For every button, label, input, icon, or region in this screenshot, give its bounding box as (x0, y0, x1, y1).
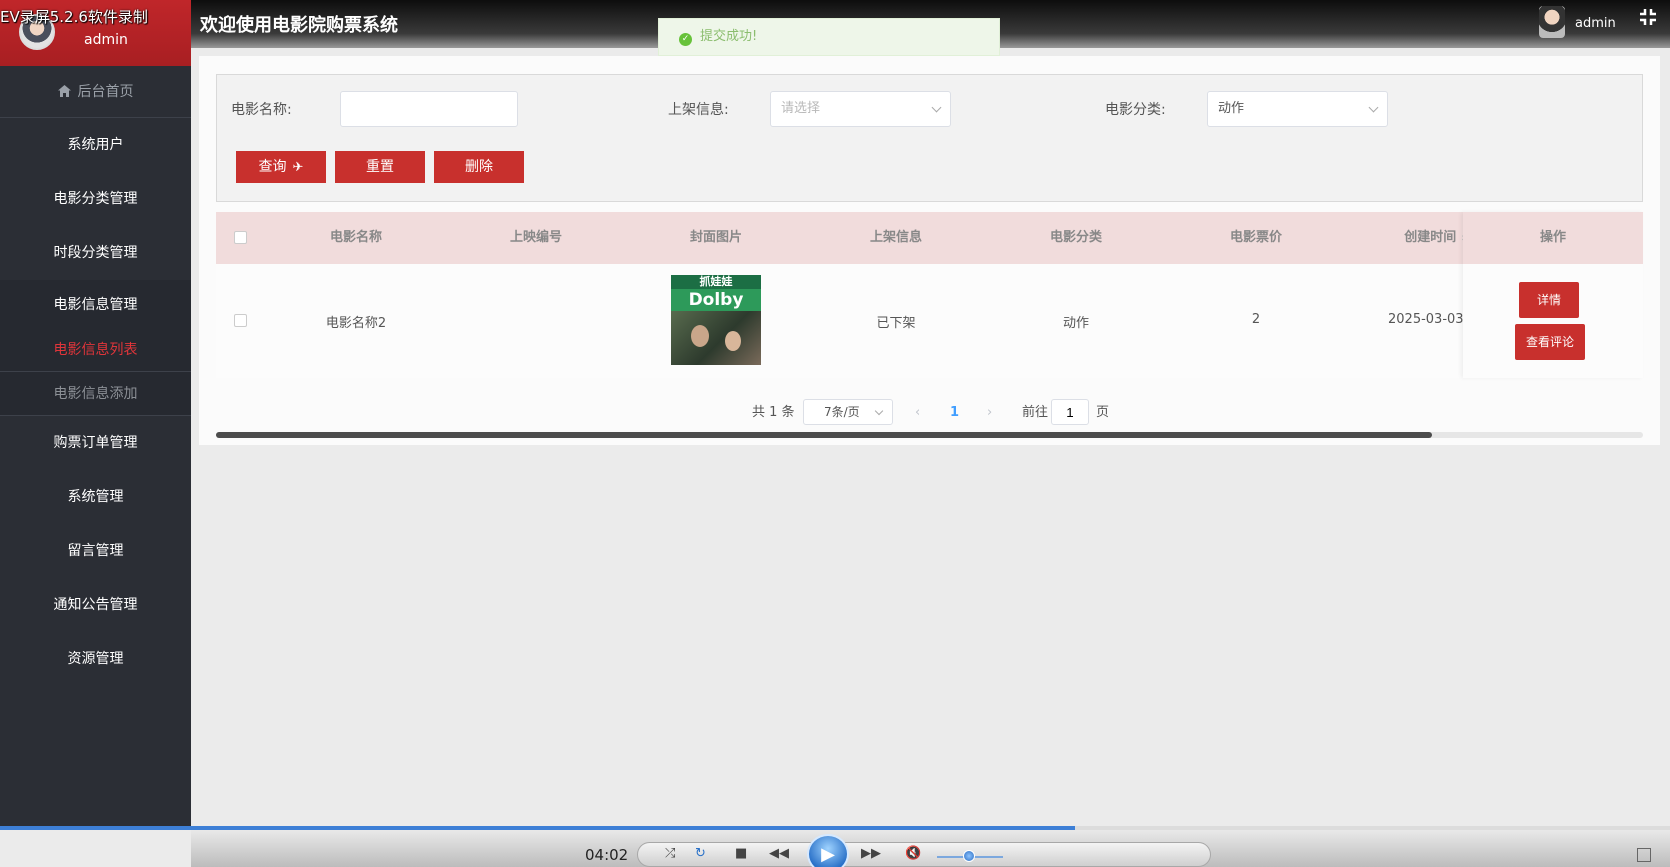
view-comments-button[interactable]: 查看评论 (1515, 324, 1585, 360)
shuffle-icon[interactable]: ⤮ (665, 846, 675, 861)
sidebar-item-system-users[interactable]: 系统用户 (0, 118, 191, 172)
page-number[interactable]: 1 (950, 399, 959, 427)
reset-button[interactable]: 重置 (335, 151, 425, 183)
chevron-down-icon (874, 406, 884, 416)
goto-page-input[interactable] (1051, 399, 1089, 425)
poster-brand: Dolby (671, 289, 761, 311)
movie-table: 电影名称 上映编号 封面图片 上架信息 电影分类 电影票价 创建时间⇕ 电影名称… (216, 212, 1643, 438)
query-button[interactable]: 查询 ✈ (236, 151, 326, 183)
movie-name-label: 电影名称: (231, 102, 292, 118)
main-panel: 电影名称: 上架信息: 请选择 电影分类: 动作 查询 ✈ 重置 删除 电影名称 … (199, 56, 1660, 445)
page-size-value: 7条/页 (824, 405, 860, 419)
sidebar-item-notices[interactable]: 通知公告管理 (0, 578, 191, 632)
send-icon: ✈ (292, 160, 304, 175)
shelf-select[interactable]: 请选择 (770, 91, 951, 127)
sidebar-item-resources[interactable]: 资源管理 (0, 632, 191, 686)
sidebar-item-messages[interactable]: 留言管理 (0, 524, 191, 578)
table-header: 电影名称 上映编号 封面图片 上架信息 电影分类 电影票价 创建时间⇕ (216, 212, 1643, 264)
col-movie-name: 电影名称 (329, 230, 382, 245)
shelf-label: 上架信息: (668, 102, 729, 118)
col-price: 电影票价 (1229, 230, 1282, 245)
shelf-placeholder: 请选择 (781, 101, 821, 116)
cell-shelf: 已下架 (876, 316, 916, 331)
play-icon[interactable]: ▶ (807, 834, 849, 867)
check-circle-icon: ✓ (679, 33, 692, 46)
col-cover: 封面图片 (689, 230, 742, 245)
search-form: 电影名称: 上架信息: 请选择 电影分类: 动作 查询 ✈ 重置 删除 (216, 74, 1643, 202)
sidebar-subitem-movie-add[interactable]: 电影信息添加 (0, 372, 191, 416)
sidebar-item-orders[interactable]: 购票订单管理 (0, 416, 191, 470)
detail-button[interactable]: 详情 (1519, 282, 1579, 318)
control-pill (637, 842, 1211, 867)
next-page-icon[interactable]: › (987, 399, 992, 427)
page-title: 欢迎使用电影院购票系统 (200, 15, 398, 36)
sidebar: admin 后台首页 系统用户 电影分类管理 时段分类管理 电影信息管理 电影信… (0, 0, 191, 828)
operations-column: 操作 详情 查看评论 (1463, 212, 1643, 378)
stop-icon[interactable]: ■ (735, 846, 747, 861)
expand-icon[interactable] (1637, 848, 1651, 862)
sidebar-item-home[interactable]: 后台首页 (0, 66, 191, 118)
success-toast: ✓ 提交成功! (658, 18, 1000, 56)
playback-time: 04:02 (585, 846, 629, 864)
top-username[interactable]: admin (1575, 16, 1616, 31)
sidebar-item-movie-info[interactable]: 电影信息管理 (0, 280, 191, 328)
poster-title: 抓娃娃 (671, 275, 761, 289)
col-created-label: 创建时间 (1404, 230, 1457, 245)
sidebar-username: admin (84, 32, 128, 48)
video-player-controls: 04:02 ⤮ ↻ ■ ◀◀ ▶ ▶▶ 🔇 (191, 830, 1670, 867)
mute-icon[interactable]: 🔇 (905, 846, 921, 861)
pagination-total: 共 1 条 (752, 405, 795, 420)
col-release-no: 上映编号 (509, 230, 562, 245)
volume-knob[interactable] (963, 850, 975, 862)
movie-name-input[interactable] (340, 91, 518, 127)
rewind-icon[interactable]: ◀◀ (769, 846, 789, 861)
repeat-icon[interactable]: ↻ (695, 846, 706, 861)
select-all-checkbox[interactable] (234, 231, 247, 244)
horizontal-scrollbar[interactable] (216, 432, 1432, 438)
sidebar-item-timeslot-category[interactable]: 时段分类管理 (0, 226, 191, 280)
table-row: 电影名称2 抓娃娃 Dolby 已下架 动作 2 2025-03-03 11: … (216, 212, 1643, 438)
query-label: 查询 (258, 159, 287, 175)
fast-forward-icon[interactable]: ▶▶ (861, 846, 881, 861)
category-value: 动作 (1218, 101, 1245, 116)
col-shelf: 上架信息 (869, 230, 922, 245)
chevron-down-icon (1368, 102, 1379, 113)
poster-figure (725, 331, 741, 351)
sidebar-subitem-movie-list[interactable]: 电影信息列表 (0, 328, 191, 372)
user-avatar[interactable] (1539, 6, 1565, 38)
cell-category: 动作 (1062, 316, 1089, 331)
col-operations: 操作 (1463, 212, 1643, 264)
poster-art (671, 311, 761, 365)
toast-message: 提交成功! (700, 29, 758, 44)
cover-image[interactable]: 抓娃娃 Dolby (671, 275, 761, 365)
sidebar-item-system[interactable]: 系统管理 (0, 470, 191, 524)
row-checkbox[interactable] (234, 314, 247, 327)
cell-price: 2 (1251, 312, 1261, 327)
page-unit: 页 (1096, 405, 1110, 420)
sidebar-item-movie-category[interactable]: 电影分类管理 (0, 172, 191, 226)
goto-label: 前往 (1022, 405, 1049, 420)
sidebar-item-label: 后台首页 (77, 84, 134, 100)
delete-button[interactable]: 删除 (434, 151, 524, 183)
fullscreen-exit-icon[interactable] (1639, 8, 1657, 26)
category-select[interactable]: 动作 (1207, 91, 1388, 127)
home-icon (57, 85, 71, 97)
recorder-watermark: EV录屏5.2.6软件录制 (0, 8, 148, 26)
category-label: 电影分类: (1105, 102, 1166, 118)
col-category: 电影分类 (1049, 230, 1102, 245)
chevron-down-icon (931, 102, 942, 113)
poster-figure (691, 325, 709, 347)
sidebar-nav: 后台首页 系统用户 电影分类管理 时段分类管理 电影信息管理 电影信息列表 电影… (0, 66, 191, 686)
prev-page-icon[interactable]: ‹ (915, 399, 920, 427)
cell-movie-name: 电影名称2 (325, 316, 387, 331)
page-size-select[interactable]: 7条/页 (803, 399, 893, 425)
